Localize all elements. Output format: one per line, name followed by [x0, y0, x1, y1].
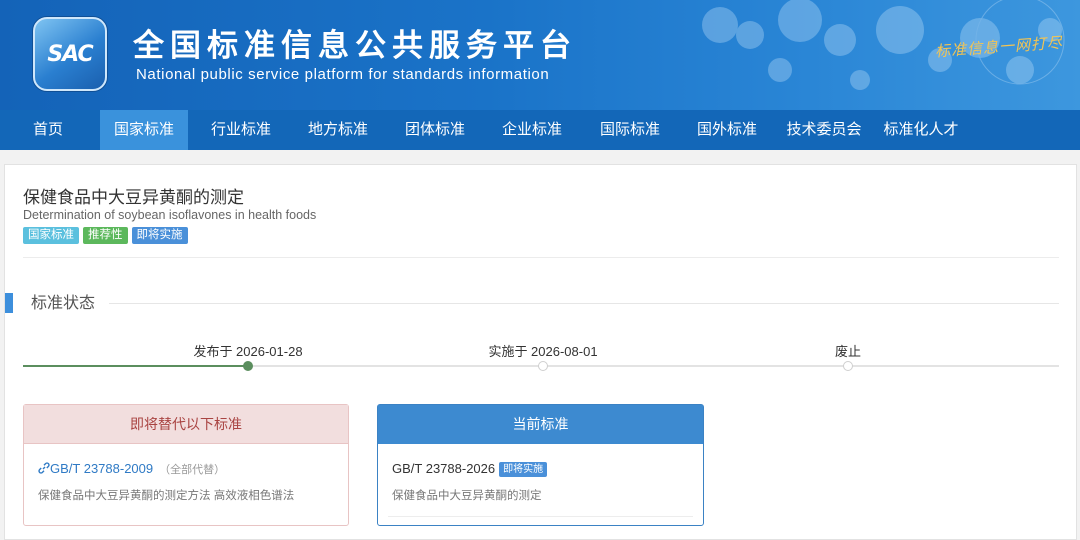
- nav-item-group-standards[interactable]: 团体标准: [391, 110, 479, 150]
- nav-item-national-standards[interactable]: 国家标准: [100, 110, 188, 150]
- replaced-standard-code: GB/T 23788-2009: [50, 461, 154, 476]
- site-header: SAC 全国标准信息公共服务平台 National public service…: [0, 0, 1080, 110]
- nav-item-enterprise-standards[interactable]: 企业标准: [488, 110, 576, 150]
- timeline-label-published: 发布于 2026-01-28: [193, 344, 303, 359]
- current-standard-header: 当前标准: [378, 405, 703, 444]
- replaced-standard-desc: 保健食品中大豆异黄酮的测定方法 高效液相色谱法: [38, 490, 295, 502]
- box-divider: [388, 516, 693, 517]
- main-nav: 首页 国家标准 行业标准 地方标准 团体标准 企业标准 国际标准 国外标准 技术…: [0, 110, 1080, 150]
- standard-title-en: Determination of soybean isoflavones in …: [23, 208, 317, 222]
- nav-item-standardization-talent[interactable]: 标准化人才: [877, 110, 965, 150]
- timeline-dot-published: [243, 361, 253, 371]
- timeline-dot-abolished: [843, 361, 853, 371]
- timeline-label-effective: 实施于 2026-08-01: [488, 344, 598, 359]
- tag-upcoming: 即将实施: [131, 227, 188, 244]
- nav-item-technical-committee[interactable]: 技术委员会: [780, 110, 868, 150]
- current-standard-box: 当前标准 GB/T 23788-2026 即将实施 保健食品中大豆异黄酮的测定: [377, 404, 704, 526]
- section-marker: [5, 293, 13, 313]
- current-standard-code-line: GB/T 23788-2026 即将实施: [392, 461, 548, 477]
- logo-text: SAC: [47, 42, 93, 67]
- tag-national-standard: 国家标准: [23, 227, 79, 244]
- nav-item-local-standards[interactable]: 地方标准: [294, 110, 382, 150]
- current-standard-desc: 保健食品中大豆异黄酮的测定: [392, 490, 542, 502]
- replaced-standard-link[interactable]: GB/T 23788-2009 （全部代替）: [38, 461, 225, 477]
- replaced-standards-header: 即将替代以下标准: [24, 405, 348, 444]
- nav-item-foreign-standards[interactable]: 国外标准: [683, 110, 771, 150]
- site-title: 全国标准信息公共服务平台: [133, 28, 577, 64]
- divider: [23, 257, 1059, 258]
- standard-detail-card: 保健食品中大豆异黄酮的测定 Determination of soybean i…: [4, 164, 1077, 540]
- sac-logo[interactable]: SAC: [33, 17, 107, 91]
- current-standard-code: GB/T 23788-2026: [392, 461, 496, 476]
- timeline-label-abolished: 废止: [834, 344, 861, 359]
- replaced-standards-box: 即将替代以下标准 GB/T 23788-2009 （全部代替） 保健食品中大豆异黄…: [23, 404, 349, 526]
- timeline-dot-effective: [538, 361, 548, 371]
- timeline-progress: [23, 365, 249, 367]
- tag-recommended: 推荐性: [83, 227, 128, 244]
- standard-title: 保健食品中大豆异黄酮的测定: [23, 188, 244, 208]
- section-title-status: 标准状态: [31, 293, 96, 312]
- standard-tags: 国家标准 推荐性 即将实施: [23, 227, 188, 244]
- site-subtitle: National public service platform for sta…: [136, 66, 550, 83]
- current-standard-badge: 即将实施: [499, 462, 548, 477]
- link-icon: [38, 462, 50, 474]
- nav-item-industry-standards[interactable]: 行业标准: [197, 110, 285, 150]
- section-divider: [109, 303, 1059, 304]
- replaced-standard-note: （全部代替）: [159, 464, 226, 476]
- nav-item-home[interactable]: 首页: [14, 110, 82, 150]
- nav-item-international-standards[interactable]: 国际标准: [586, 110, 674, 150]
